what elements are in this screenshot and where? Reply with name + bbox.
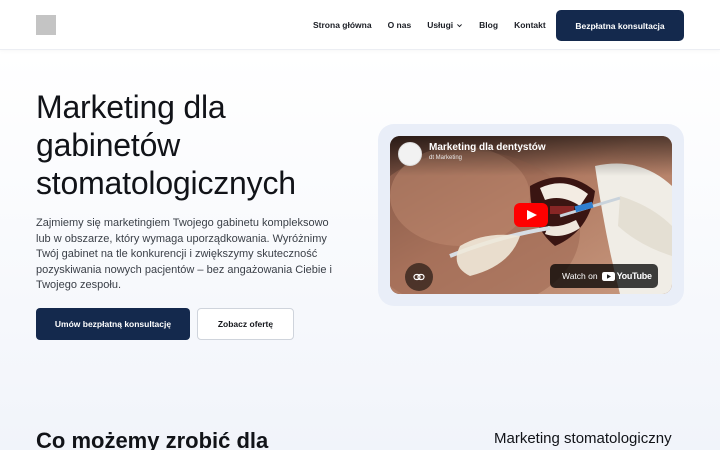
free-consultation-button[interactable]: Bezpłatna konsultacja — [556, 10, 684, 41]
youtube-icon — [601, 271, 615, 281]
video-title[interactable]: Marketing dla dentystów — [429, 142, 546, 153]
section-title: Co możemy zrobić dla — [36, 428, 269, 450]
youtube-wordmark: YouTube — [616, 271, 652, 281]
site-header: Strona główna O nas Usługi Blog Kontakt … — [0, 0, 720, 50]
watch-on-label: Watch on — [562, 271, 598, 281]
hero-description: Zajmiemy się marketingiem Twojego gabine… — [36, 217, 332, 292]
youtube-video-embed[interactable]: Marketing dla dentystów dt Marketing Wat… — [390, 136, 672, 294]
channel-avatar[interactable] — [398, 142, 422, 166]
nav-blog[interactable]: Blog — [479, 20, 498, 30]
video-channel[interactable]: dt Marketing — [429, 155, 462, 161]
chevron-down-icon — [457, 23, 463, 27]
nav-services[interactable]: Usługi — [427, 20, 463, 30]
youtube-logo: YouTube — [601, 271, 652, 281]
nav-contact[interactable]: Kontakt — [514, 20, 546, 30]
see-offer-button[interactable]: Zobacz ofertę — [197, 308, 294, 340]
copy-link-button[interactable] — [405, 263, 433, 291]
main-nav: Strona główna O nas Usługi Blog Kontakt — [313, 0, 546, 50]
logo[interactable] — [36, 15, 56, 35]
link-icon — [413, 273, 425, 281]
watch-on-youtube-button[interactable]: Watch on YouTube — [550, 264, 658, 288]
nav-services-label: Usługi — [427, 20, 454, 30]
nav-about[interactable]: O nas — [388, 20, 412, 30]
book-consultation-button[interactable]: Umów bezpłatną konsultację — [36, 308, 190, 340]
section-side-heading: Marketing stomatologiczny — [494, 430, 672, 447]
hero-title: Marketing dla gabinetów stomatologicznyc… — [36, 89, 296, 201]
play-icon[interactable] — [514, 203, 548, 227]
nav-home[interactable]: Strona główna — [313, 20, 372, 30]
